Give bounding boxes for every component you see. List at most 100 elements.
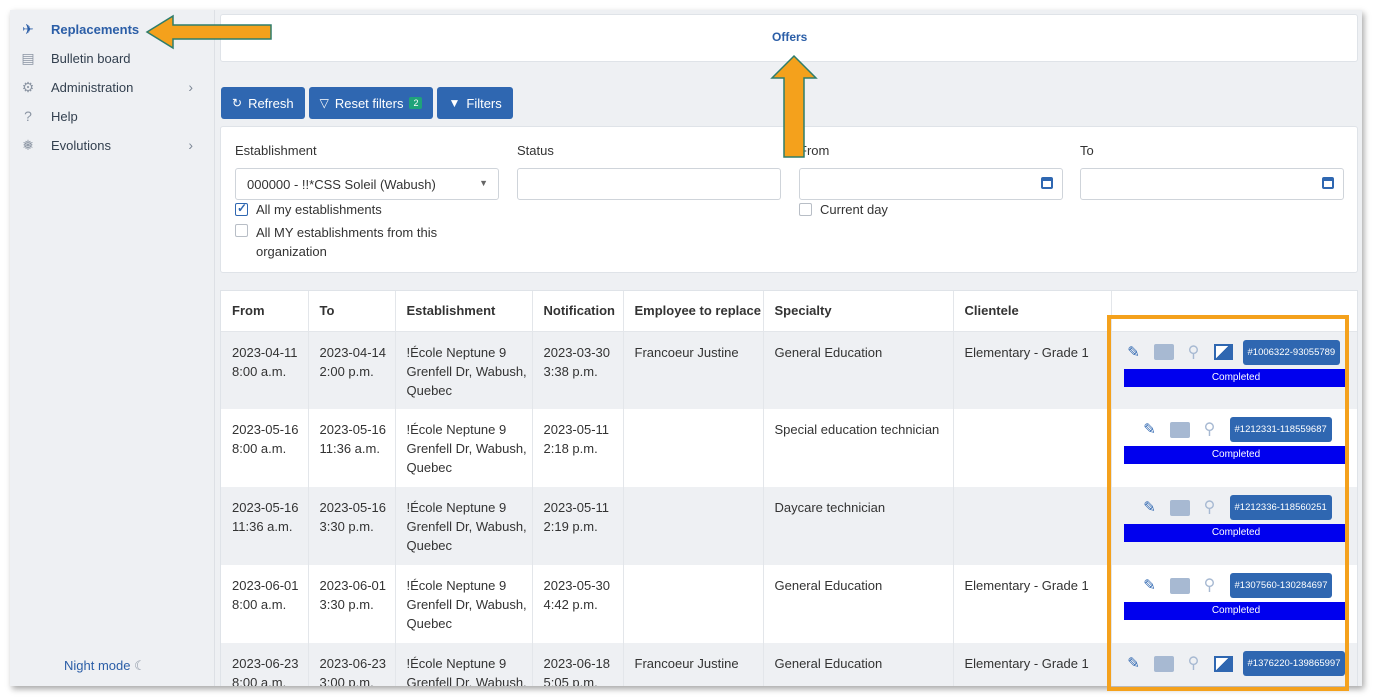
all-my-establishments-checkbox[interactable]: All my establishments bbox=[235, 201, 382, 217]
cell-clientele bbox=[953, 487, 1112, 565]
toolbar: ↻ Refresh ▽ Reset filters 2 ▼ Filters bbox=[221, 87, 513, 119]
night-mode-toggle[interactable]: Night mode ☾ bbox=[64, 658, 146, 674]
checkbox-unchecked[interactable] bbox=[235, 224, 248, 237]
table-row[interactable]: 2023-06-23 8:00 a.m. 2023-06-23 3:00 p.m… bbox=[221, 643, 1357, 686]
from-date-field[interactable] bbox=[799, 168, 1063, 200]
cell-notification: 2023-06-18 5:05 p.m. bbox=[532, 643, 624, 686]
comment-icon[interactable] bbox=[1169, 499, 1190, 516]
table-row[interactable]: 2023-04-11 8:00 a.m. 2023-04-14 2:00 p.m… bbox=[221, 331, 1357, 409]
cell-from: 2023-06-23 8:00 a.m. bbox=[221, 643, 309, 686]
reference-badge[interactable]: #1212331-118559687 bbox=[1229, 417, 1332, 442]
cell-clientele: Elementary - Grade 1 bbox=[953, 565, 1112, 643]
cell-notification: 2023-05-11 2:18 p.m. bbox=[532, 409, 624, 487]
column-header bbox=[1111, 291, 1357, 332]
cell-from: 2023-06-01 8:00 a.m. bbox=[221, 565, 309, 643]
column-header[interactable]: Notification bbox=[532, 291, 624, 332]
cell-specialty: Special education technician bbox=[763, 409, 954, 487]
column-header[interactable]: Clientele bbox=[953, 291, 1112, 332]
comment-icon[interactable] bbox=[1153, 655, 1174, 672]
pencil-icon[interactable]: ✎ bbox=[1140, 498, 1160, 518]
image-icon[interactable] bbox=[1213, 655, 1233, 672]
filters-button[interactable]: ▼ Filters bbox=[437, 87, 513, 119]
checkbox-label: All MY establishments from this organiza… bbox=[256, 225, 438, 259]
comment-icon[interactable] bbox=[1153, 344, 1174, 360]
sidebar-item-bulletin-board[interactable]: ▤ Bulletin board bbox=[10, 45, 215, 71]
sidebar-item-evolutions[interactable]: ❅ Evolutions › bbox=[10, 132, 215, 158]
map-pin-icon[interactable]: ⚲ bbox=[1200, 420, 1220, 440]
offers-link[interactable]: Offers bbox=[772, 30, 807, 44]
refresh-button[interactable]: ↻ Refresh bbox=[221, 87, 305, 119]
table-header-row: From To Establishment Notification Emplo… bbox=[221, 291, 1357, 332]
cell-clientele bbox=[953, 409, 1112, 487]
chevron-down-icon: ▼ bbox=[479, 178, 488, 188]
pencil-icon[interactable]: ✎ bbox=[1124, 342, 1144, 362]
question-icon: ? bbox=[24, 108, 32, 124]
column-header[interactable]: From bbox=[221, 291, 309, 332]
cell-specialty: Daycare technician bbox=[763, 487, 954, 565]
reference-badge[interactable]: #1006322-93055789 bbox=[1242, 339, 1341, 365]
to-date-field[interactable] bbox=[1080, 168, 1344, 200]
cell-from: 2023-04-11 8:00 a.m. bbox=[221, 331, 309, 409]
sidebar-item-replacements[interactable]: ✈ Replacements bbox=[10, 16, 215, 42]
main-content: Offers ↻ Refresh ▽ Reset filters 2 ▼ Fil… bbox=[220, 14, 1358, 686]
checkbox-unchecked[interactable] bbox=[799, 203, 812, 216]
sidebar-item-label: Bulletin board bbox=[51, 50, 131, 66]
calendar-icon[interactable] bbox=[1322, 177, 1334, 189]
cell-actions: ✎ ⚲ #1307560-130284697 Completed bbox=[1111, 565, 1357, 643]
reference-badge[interactable]: #1376220-139865997 bbox=[1242, 651, 1346, 676]
moon-icon: ☾ bbox=[134, 658, 146, 673]
checkbox-checked[interactable] bbox=[235, 201, 248, 216]
cell-to: 2023-06-01 3:30 p.m. bbox=[308, 565, 396, 643]
reset-filters-button[interactable]: ▽ Reset filters 2 bbox=[308, 87, 434, 119]
column-header[interactable]: Employee to replace bbox=[623, 291, 764, 332]
table-row[interactable]: 2023-05-16 8:00 a.m. 2023-05-16 11:36 a.… bbox=[221, 409, 1357, 487]
status-bar: Completed bbox=[1123, 368, 1349, 387]
cell-specialty: General Education bbox=[763, 643, 954, 686]
reset-filters-label: Reset filters bbox=[334, 95, 404, 111]
table-row[interactable]: 2023-06-01 8:00 a.m. 2023-06-01 3:30 p.m… bbox=[221, 565, 1357, 643]
table-row[interactable]: 2023-05-16 11:36 a.m. 2023-05-16 3:30 p.… bbox=[221, 487, 1357, 565]
cell-establishment: !École Neptune 9 Grenfell Dr, Wabush, Qu… bbox=[395, 643, 533, 686]
cell-establishment: !École Neptune 9 Grenfell Dr, Wabush, Qu… bbox=[395, 565, 533, 643]
column-header[interactable]: Establishment bbox=[395, 291, 533, 332]
current-day-checkbox[interactable]: Current day bbox=[799, 202, 888, 217]
calendar-icon[interactable] bbox=[1041, 177, 1053, 189]
comment-icon[interactable] bbox=[1169, 577, 1190, 594]
cell-actions: ✎ ⚲ #1212331-118559687 Completed bbox=[1111, 409, 1357, 487]
establishment-select[interactable]: 000000 - !!*CSS Soleil (Wabush) ▼ bbox=[235, 168, 499, 200]
status-field[interactable] bbox=[517, 168, 781, 200]
map-pin-icon[interactable]: ⚲ bbox=[1200, 498, 1220, 518]
chevron-right-icon: › bbox=[188, 137, 193, 153]
cell-employee bbox=[623, 565, 764, 643]
establishment-value: 000000 - !!*CSS Soleil (Wabush) bbox=[247, 177, 436, 192]
sidebar-item-label: Evolutions bbox=[51, 137, 111, 153]
cell-notification: 2023-05-11 2:19 p.m. bbox=[532, 487, 624, 565]
map-pin-icon[interactable]: ⚲ bbox=[1184, 342, 1204, 362]
cell-establishment: !École Neptune 9 Grenfell Dr, Wabush, Qu… bbox=[395, 409, 533, 487]
pencil-icon[interactable]: ✎ bbox=[1124, 654, 1144, 674]
cell-to: 2023-05-16 11:36 a.m. bbox=[308, 409, 396, 487]
pencil-icon[interactable]: ✎ bbox=[1140, 420, 1160, 440]
cell-employee bbox=[623, 409, 764, 487]
checkbox-label: Current day bbox=[820, 202, 888, 217]
reference-badge[interactable]: #1212336-118560251 bbox=[1229, 495, 1332, 520]
image-icon[interactable] bbox=[1213, 344, 1233, 360]
offers-bar: Offers bbox=[220, 14, 1358, 62]
column-header[interactable]: To bbox=[308, 291, 396, 332]
map-pin-icon[interactable]: ⚲ bbox=[1200, 576, 1220, 596]
cell-employee: Francoeur Justine bbox=[623, 331, 764, 409]
cell-clientele: Elementary - Grade 1 bbox=[953, 643, 1112, 686]
sidebar-item-administration[interactable]: ⚙ Administration › bbox=[10, 74, 215, 100]
all-my-establishments-org-checkbox[interactable]: All MY establishments from this organiza… bbox=[235, 223, 465, 261]
sidebar-item-help[interactable]: ? Help bbox=[10, 103, 215, 129]
status-bar: Completed bbox=[1123, 446, 1349, 464]
column-header[interactable]: Specialty bbox=[763, 291, 954, 332]
chevron-right-icon: › bbox=[188, 79, 193, 95]
cell-from: 2023-05-16 8:00 a.m. bbox=[221, 409, 309, 487]
comment-icon[interactable] bbox=[1169, 421, 1190, 438]
pencil-icon[interactable]: ✎ bbox=[1140, 576, 1160, 596]
reference-badge[interactable]: #1307560-130284697 bbox=[1229, 573, 1333, 598]
sidebar: ✈ Replacements ▤ Bulletin board ⚙ Admini… bbox=[10, 10, 215, 686]
filter-icon: ▼ bbox=[448, 96, 461, 110]
map-pin-icon[interactable]: ⚲ bbox=[1184, 654, 1204, 674]
